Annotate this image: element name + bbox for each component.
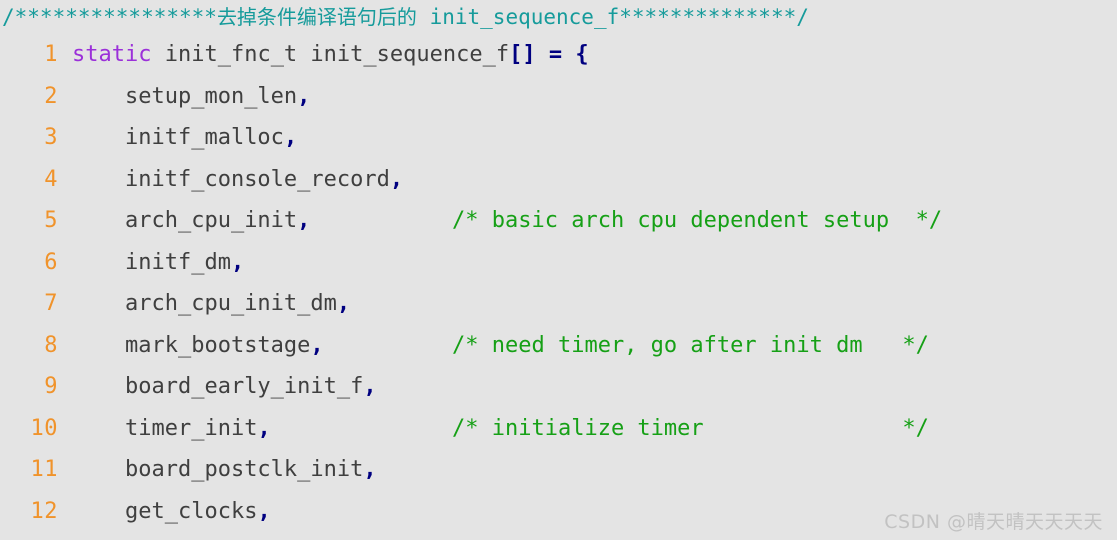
banner-cjk-text: 去掉条件编译语句后的 [216, 5, 417, 29]
line-number: 9 [44, 374, 58, 399]
comma: , [257, 498, 271, 524]
code-line[interactable]: 3 initf_malloc, [0, 117, 1117, 159]
line-content: mark_bootstage, [72, 325, 324, 367]
code-line[interactable]: 1 static init_fnc_t init_sequence_f[] = … [0, 34, 1117, 76]
identifier: mark_bootstage [124, 332, 311, 358]
identifier: initf_dm [124, 249, 231, 275]
line-content: initf_console_record, [72, 159, 403, 201]
code-line[interactable]: 5 arch_cpu_init, /* basic arch cpu depen… [0, 200, 1117, 242]
identifier: board_early_init_f [124, 374, 364, 399]
banner-symbol: init_sequence_f [416, 5, 620, 29]
code-snippet-screenshot: /****************去掉条件编译语句后的 init_sequenc… [0, 0, 1117, 540]
code-line[interactable]: 4 initf_console_record, [0, 159, 1117, 201]
line-content: arch_cpu_init_dm, [72, 283, 350, 325]
inline-comment: /* initialize timer */ [452, 415, 929, 441]
code-line[interactable]: 9 board_early_init_f, [0, 366, 1117, 408]
line-number: 11 [30, 457, 58, 482]
comma: , [310, 332, 324, 358]
line-content: board_early_init_f, [72, 366, 377, 408]
comma: , [230, 249, 245, 275]
line-number: 8 [44, 332, 58, 358]
banner-trail-stars: **************/ [619, 5, 809, 29]
csdn-watermark: CSDN @晴天晴天天天天 [884, 511, 1103, 533]
declaration-text: init_fnc_t init_sequence_f [151, 42, 510, 67]
identifier: arch_cpu_init_dm [124, 291, 337, 316]
identifier: initf_console_record [124, 166, 390, 192]
line-number: 6 [44, 249, 58, 275]
line-content: setup_mon_len, [72, 76, 310, 118]
array-brackets: [] [509, 42, 536, 67]
code-line[interactable]: 10 timer_init, /* initialize timer */ [0, 408, 1117, 450]
line-content: initf_malloc, [72, 117, 297, 159]
line-content: arch_cpu_init, [72, 200, 310, 242]
line-number: 12 [30, 498, 58, 524]
identifier: setup_mon_len [124, 83, 298, 109]
code-line[interactable]: 6 initf_dm, [0, 242, 1117, 284]
assignment-brace: = { [535, 42, 589, 67]
comma: , [297, 208, 311, 233]
line-number: 4 [44, 166, 58, 192]
keyword-static: static [72, 42, 152, 67]
inline-comment: /* basic arch cpu dependent setup */ [452, 208, 943, 233]
line-content: timer_init, [72, 408, 271, 450]
code-line[interactable]: 8 mark_bootstage, /* need timer, go afte… [0, 325, 1117, 367]
identifier: timer_init [124, 415, 258, 441]
identifier: board_postclk_init [124, 457, 364, 482]
comma: , [363, 457, 377, 482]
line-number: 1 [44, 42, 58, 67]
line-number: 2 [44, 83, 58, 109]
comma: , [389, 166, 404, 192]
code-line[interactable]: 7 arch_cpu_init_dm, [0, 283, 1117, 325]
identifier: initf_malloc [124, 125, 284, 150]
code-editor-area[interactable]: /****************去掉条件编译语句后的 init_sequenc… [0, 0, 1117, 540]
line-content: board_postclk_init, [72, 449, 377, 491]
code-line[interactable]: 11 board_postclk_init, [0, 449, 1117, 491]
inline-comment: /* need timer, go after init dm */ [452, 332, 929, 358]
line-content: static init_fnc_t init_sequence_f[] = { [72, 34, 589, 76]
line-content: get_clocks, [72, 491, 271, 533]
identifier: arch_cpu_init [124, 208, 298, 233]
line-number: 3 [44, 125, 58, 150]
line-number: 7 [44, 291, 58, 316]
banner-lead-stars: /**************** [2, 5, 217, 29]
banner-comment-line: /****************去掉条件编译语句后的 init_sequenc… [0, 0, 1117, 34]
line-content: initf_dm, [72, 242, 244, 284]
comma: , [336, 291, 351, 316]
comma: , [257, 415, 271, 441]
line-number: 10 [30, 415, 58, 441]
comma: , [283, 125, 298, 150]
line-number: 5 [44, 208, 58, 233]
code-line[interactable]: 2 setup_mon_len, [0, 76, 1117, 118]
comma: , [297, 83, 311, 109]
comma: , [363, 374, 377, 399]
identifier: get_clocks [124, 498, 258, 524]
